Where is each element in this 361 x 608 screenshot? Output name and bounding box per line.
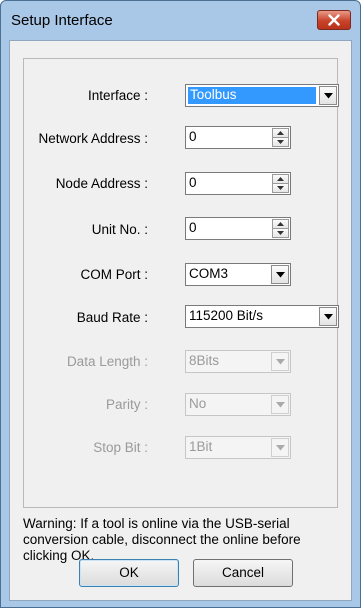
- parity-label: Parity :: [105, 397, 148, 412]
- arrow-down-icon: [277, 231, 284, 235]
- node-address-spin-buttons: [272, 174, 289, 193]
- warning-text: Warning: If a tool is online via the USB…: [23, 516, 301, 563]
- parity-value: No: [189, 396, 207, 411]
- baud-rate-label: Baud Rate :: [76, 310, 148, 325]
- close-button[interactable]: [317, 10, 351, 30]
- data-length-value: 8Bits: [189, 353, 220, 368]
- ok-button[interactable]: OK: [79, 559, 179, 587]
- data-length-dropdown-button: [271, 352, 289, 371]
- stop-bit-value: 1Bit: [189, 439, 213, 454]
- unit-no-spinner[interactable]: 0: [185, 217, 291, 240]
- stop-bit-dropdown-button: [271, 438, 289, 457]
- arrow-up-icon: [277, 222, 284, 226]
- network-address-label: Network Address :: [38, 131, 148, 146]
- network-address-spin-buttons: [272, 128, 289, 147]
- stop-bit-label: Stop Bit :: [93, 440, 148, 455]
- window-title: Setup Interface: [11, 12, 113, 29]
- chevron-down-icon: [276, 445, 285, 451]
- com-port-dropdown-button[interactable]: [271, 265, 289, 284]
- network-address-spinner[interactable]: 0: [185, 126, 291, 149]
- settings-group: Interface : Toolbus Network Address : 0 …: [23, 58, 339, 508]
- unit-no-value: 0: [189, 220, 197, 235]
- unit-no-spin-buttons: [272, 219, 289, 238]
- node-address-value: 0: [189, 175, 197, 190]
- interface-selection: Toolbus: [188, 87, 316, 104]
- com-port-value: COM3: [189, 266, 229, 281]
- arrow-down-icon: [277, 186, 284, 190]
- interface-label: Interface :: [87, 88, 148, 103]
- stop-bit-dropdown: 1Bit: [185, 436, 291, 459]
- node-address-down-button[interactable]: [272, 183, 289, 193]
- node-address-label: Node Address :: [55, 176, 148, 191]
- com-port-label: COM Port :: [80, 267, 148, 282]
- chevron-down-icon: [276, 272, 285, 278]
- node-address-spinner[interactable]: 0: [185, 172, 291, 195]
- interface-dropdown-button[interactable]: [319, 86, 337, 105]
- title-bar[interactable]: Setup Interface: [1, 1, 360, 41]
- chevron-down-icon: [276, 359, 285, 365]
- interface-dropdown[interactable]: Toolbus: [185, 84, 339, 107]
- baud-rate-dropdown-button[interactable]: [319, 307, 337, 326]
- chevron-down-icon: [276, 402, 285, 408]
- chevron-down-icon: [324, 93, 333, 99]
- arrow-up-icon: [277, 177, 284, 181]
- data-length-dropdown: 8Bits: [185, 350, 291, 373]
- interface-value: Toolbus: [190, 87, 237, 102]
- parity-dropdown-button: [271, 395, 289, 414]
- baud-rate-value: 115200 Bit/s: [189, 308, 264, 323]
- cancel-button[interactable]: Cancel: [193, 559, 293, 587]
- setup-interface-dialog: Setup Interface Interface : Toolbus Netw…: [0, 0, 361, 608]
- com-port-dropdown[interactable]: COM3: [185, 263, 291, 286]
- network-address-down-button[interactable]: [272, 137, 289, 147]
- unit-no-label: Unit No. :: [91, 222, 148, 237]
- dialog-body: Interface : Toolbus Network Address : 0 …: [9, 40, 352, 601]
- arrow-down-icon: [277, 140, 284, 144]
- close-icon: [328, 14, 340, 26]
- unit-no-down-button[interactable]: [272, 228, 289, 238]
- parity-dropdown: No: [185, 393, 291, 416]
- network-address-value: 0: [189, 129, 197, 144]
- data-length-label: Data Length :: [66, 354, 148, 369]
- chevron-down-icon: [324, 314, 333, 320]
- arrow-up-icon: [277, 131, 284, 135]
- baud-rate-dropdown[interactable]: 115200 Bit/s: [185, 305, 339, 328]
